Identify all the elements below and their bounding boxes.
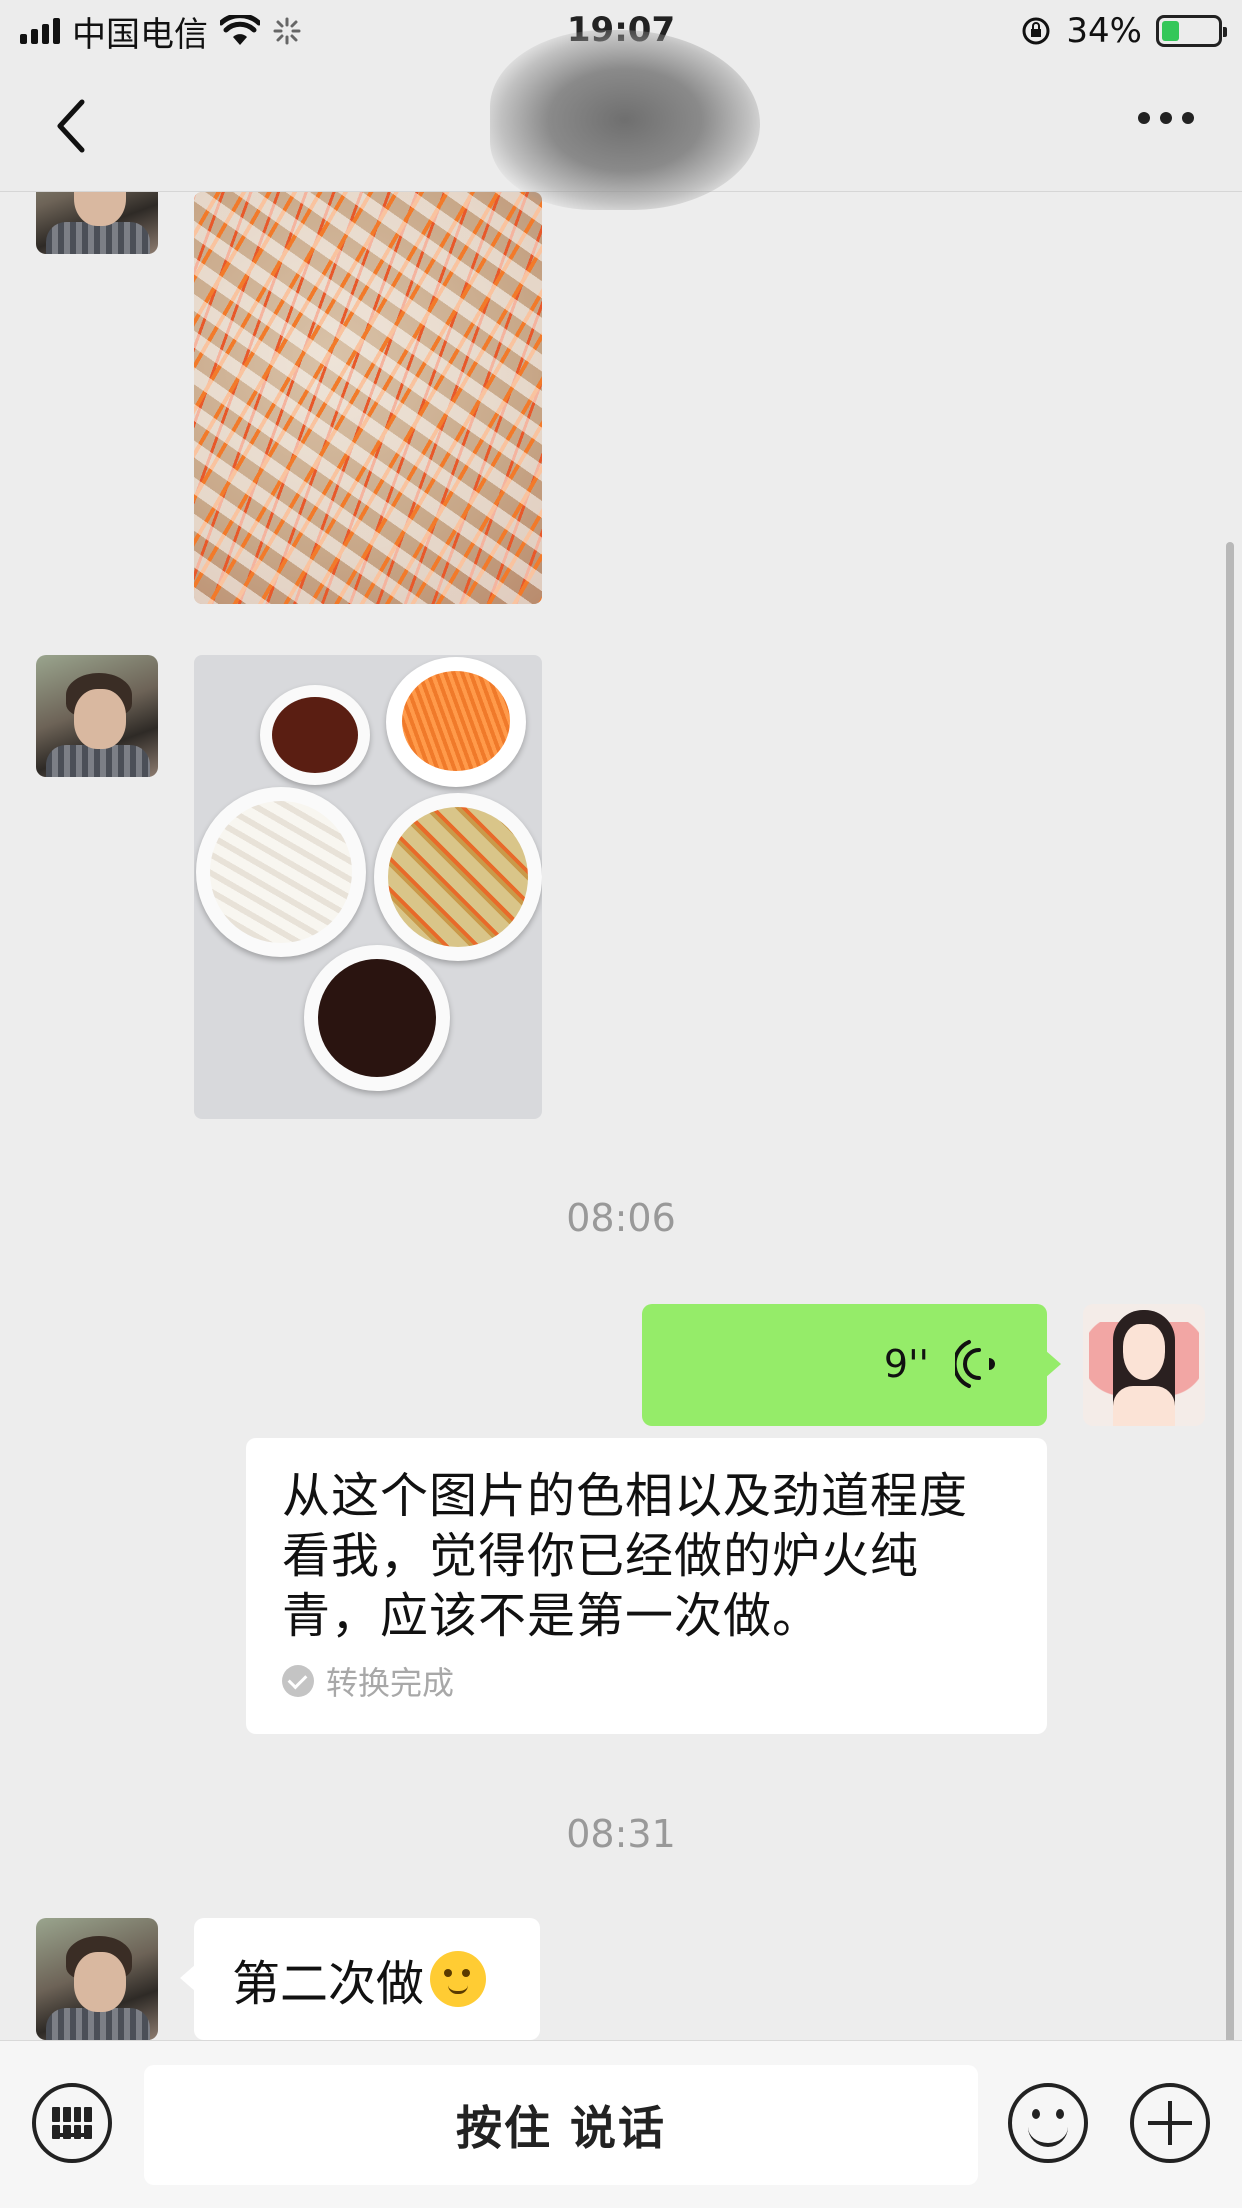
voice-message[interactable]: 9'' [642,1304,1061,1426]
voice-duration: 9'' [883,1342,929,1386]
status-bar-right: 34% [1020,10,1227,52]
image-message[interactable] [194,192,542,604]
thinking-face-icon [430,1951,487,2007]
chat-area[interactable]: 08:06 9'' 从这个图片的色相以及劲道程度看我，觉得你已经做的炉火纯青，应… [0,192,1242,2040]
transcription-status: 转换完成 [282,1658,454,1704]
more-actions-icon[interactable] [1130,2083,1210,2163]
hold-to-talk-button[interactable]: 按住 说话 [144,2065,978,2185]
text-message[interactable]: 第二次做 [180,1918,540,2040]
message-text: 第二次做 [232,1956,425,2012]
scrollbar[interactable] [1226,542,1234,2040]
image-message[interactable] [194,655,542,1119]
timestamp: 08:06 [566,1196,676,1240]
timestamp: 08:31 [566,1812,676,1856]
more-icon[interactable] [1138,112,1194,124]
contact-avatar[interactable] [36,192,158,254]
orientation-lock-icon [1022,17,1050,45]
transcription-status-label: 转换完成 [326,1664,455,1702]
emoji-picker-icon[interactable] [1008,2083,1088,2163]
voice-transcription[interactable]: 从这个图片的色相以及劲道程度看我，觉得你已经做的炉火纯青，应该不是第一次做。 转… [246,1438,1047,1734]
input-bar: 按住 说话 [0,2040,1242,2208]
check-circle-icon [282,1665,314,1697]
transcription-text: 从这个图片的色相以及劲道程度看我，觉得你已经做的炉火纯青，应该不是第一次做。 [282,1468,969,1644]
battery-percent: 34% [1066,11,1142,51]
chevron-left-icon[interactable] [48,96,100,156]
my-avatar[interactable] [1083,1304,1205,1426]
battery-charging-icon [1156,15,1227,47]
contact-avatar[interactable] [36,655,158,777]
contact-avatar[interactable] [36,1918,158,2040]
voice-wave-icon [955,1340,995,1388]
keyboard-toggle-icon[interactable] [32,2083,112,2163]
